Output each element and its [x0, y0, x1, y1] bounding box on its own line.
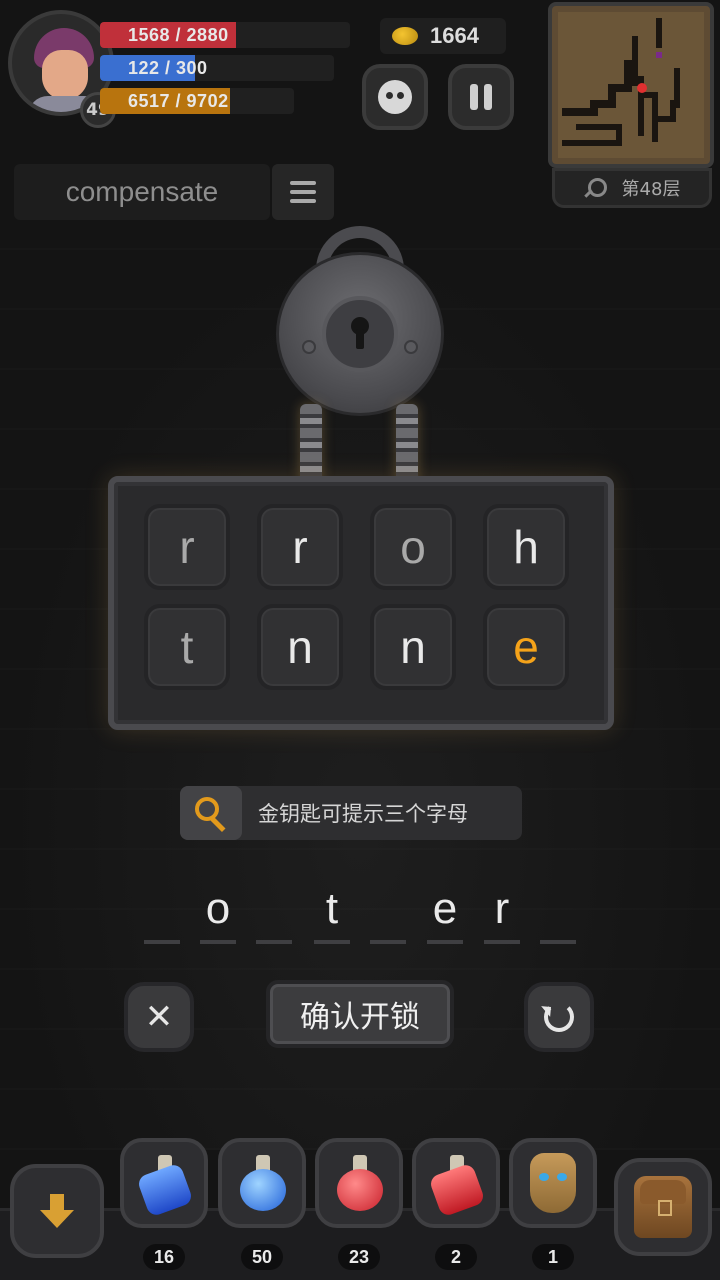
answer-slot-3[interactable]: [256, 884, 292, 944]
answer-slot-2[interactable]: o: [200, 884, 236, 944]
lock-rivet-right: [404, 340, 418, 354]
answer-slot-5[interactable]: [370, 884, 406, 944]
keyhole-icon: [351, 317, 369, 351]
floor-search-button[interactable]: 第48层: [552, 168, 712, 208]
key-icon: [193, 795, 229, 831]
word-list-button[interactable]: [272, 164, 334, 220]
letter-tile-5[interactable]: t: [144, 604, 230, 690]
red-orb-potion-icon: [331, 1153, 387, 1213]
golden-key-hint[interactable]: 金钥匙可提示三个字母: [180, 786, 522, 840]
item-count: 16: [143, 1244, 185, 1270]
letter-tile-6[interactable]: n: [257, 604, 343, 690]
item-count: 1: [532, 1244, 574, 1270]
chain-left: [300, 404, 322, 482]
letter-tile-2[interactable]: r: [257, 504, 343, 590]
hp-text: 1568 / 2880: [128, 24, 229, 45]
item-count: 23: [338, 1244, 380, 1270]
reset-button[interactable]: [524, 982, 594, 1052]
close-icon: ✕: [144, 997, 174, 1037]
item-count: 50: [241, 1244, 283, 1270]
target-word-text: compensate: [65, 176, 219, 207]
xp-bar: 6517 / 9702: [100, 88, 294, 114]
red-potion-icon: [428, 1153, 486, 1218]
floor-number: 第48层: [621, 179, 681, 200]
item-count: 2: [435, 1244, 477, 1270]
minimap[interactable]: [548, 2, 714, 168]
blue-potion-icon: [136, 1153, 194, 1218]
answer-slot-6[interactable]: e: [427, 884, 463, 944]
answer-slot-7[interactable]: r: [484, 884, 520, 944]
backpack-icon: [634, 1176, 692, 1238]
lock-rivet-left: [302, 340, 316, 354]
minimap-view: [558, 12, 704, 158]
gold-amount: 1664: [430, 23, 479, 48]
descend-button[interactable]: [10, 1164, 104, 1258]
mp-text: 122 / 300: [128, 57, 208, 78]
answer-slot-1[interactable]: [144, 884, 180, 944]
pet-face-icon: [378, 80, 412, 114]
golden-key-button[interactable]: [180, 786, 242, 840]
arrow-down-icon: [40, 1194, 74, 1228]
chain-right: [396, 404, 418, 482]
xp-text: 6517 / 9702: [128, 90, 229, 111]
pet-button[interactable]: [362, 64, 428, 130]
inventory-slot-red-potion[interactable]: [412, 1138, 500, 1228]
blue-orb-potion-icon: [234, 1153, 290, 1213]
search-icon: [584, 178, 607, 198]
letter-tile-1[interactable]: r: [144, 504, 230, 590]
mask-icon: [530, 1153, 576, 1213]
inventory-slot-blue-orb-potion[interactable]: [218, 1138, 306, 1228]
hp-bar: 1568 / 2880: [100, 22, 350, 48]
letter-tile-4[interactable]: h: [483, 504, 569, 590]
gold-counter: 1664: [380, 18, 506, 54]
confirm-unlock-button[interactable]: 确认开锁: [266, 980, 454, 1048]
answer-slot-4[interactable]: t: [314, 884, 350, 944]
letter-tile-3[interactable]: o: [370, 504, 456, 590]
clear-button[interactable]: ✕: [124, 982, 194, 1052]
inventory-slot-red-orb-potion[interactable]: [315, 1138, 403, 1228]
target-word: compensate: [14, 164, 270, 220]
lock-dial: [322, 296, 398, 372]
list-icon: [290, 181, 316, 203]
refresh-icon: [544, 1002, 574, 1032]
backpack-button[interactable]: [614, 1158, 712, 1256]
minimap-paths: [562, 18, 680, 146]
letter-tile-8[interactable]: e: [483, 604, 569, 690]
avatar-face: [42, 50, 88, 100]
letter-tile-7[interactable]: n: [370, 604, 456, 690]
pause-icon: [470, 84, 492, 110]
pause-button[interactable]: [448, 64, 514, 130]
answer-slot-8[interactable]: [540, 884, 576, 944]
inventory-slot-golden-mask[interactable]: [509, 1138, 597, 1228]
hint-text: 金钥匙可提示三个字母: [258, 802, 468, 826]
gold-coin-icon: [392, 27, 418, 45]
inventory-slot-blue-potion[interactable]: [120, 1138, 208, 1228]
mp-bar: 122 / 300: [100, 55, 334, 81]
